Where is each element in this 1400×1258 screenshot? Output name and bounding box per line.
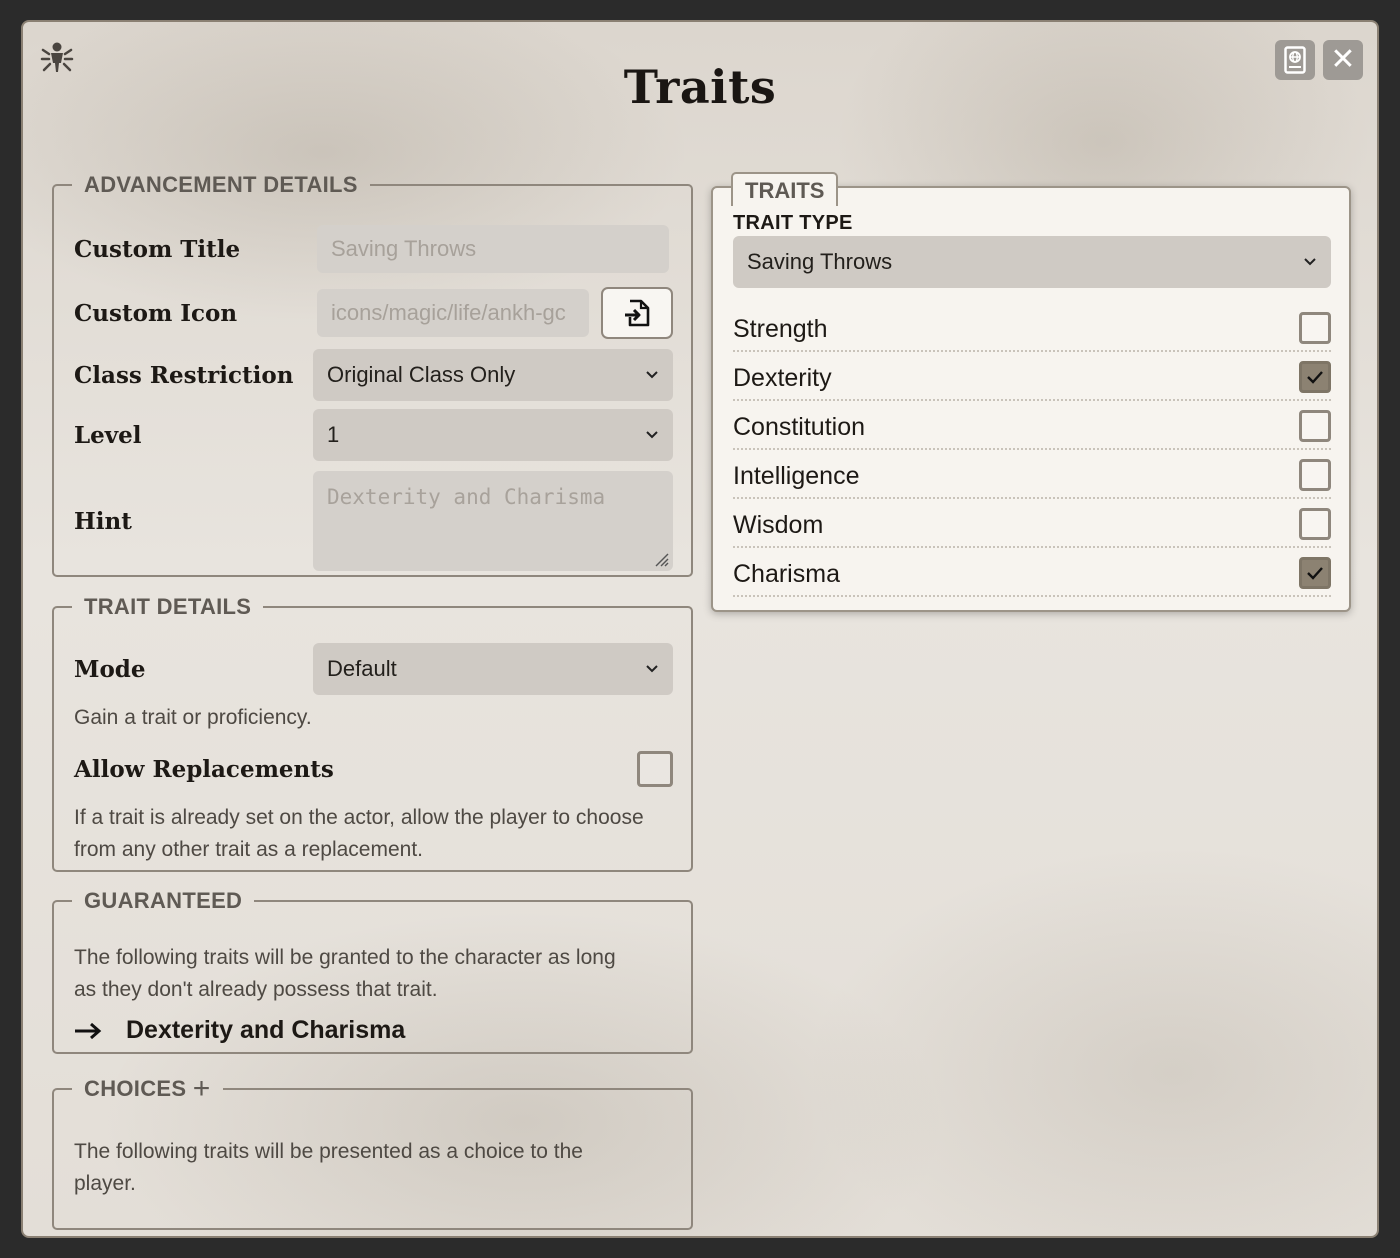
- mode-label: Mode: [74, 656, 146, 683]
- window-title: Traits: [623, 60, 777, 114]
- custom-title-placeholder: Saving Throws: [331, 236, 477, 261]
- trait-checkbox[interactable]: [1299, 312, 1331, 344]
- level-select[interactable]: 1: [313, 409, 673, 461]
- book-icon[interactable]: [1275, 40, 1315, 80]
- trait-item-charisma[interactable]: Charisma: [733, 548, 1331, 597]
- allow-replacements-desc-line2: from any other trait as a replacement.: [74, 838, 423, 861]
- chevron-down-icon: [646, 431, 658, 439]
- class-restriction-value: Original Class Only: [327, 362, 516, 387]
- traits-window: Traits ✕ ADVANCEMENT DETAILS Custom Titl…: [21, 20, 1379, 1238]
- resize-handle-icon[interactable]: [653, 551, 669, 567]
- traits-panel: TRAITS TRAIT TYPE Saving Throws Strength…: [711, 172, 1351, 612]
- custom-title-label: Custom Title: [74, 236, 241, 263]
- guaranteed-desc-line1: The following traits will be granted to …: [74, 946, 616, 969]
- class-restriction-label: Class Restriction: [74, 362, 294, 389]
- guaranteed-traits: Dexterity and Charisma: [74, 1016, 405, 1045]
- custom-icon-input[interactable]: icons/magic/life/ankh-gc: [317, 289, 589, 337]
- chevron-down-icon: [1304, 258, 1316, 266]
- trait-checkbox[interactable]: [1299, 508, 1331, 540]
- mode-select[interactable]: Default: [313, 643, 673, 695]
- mode-description: Gain a trait or proficiency.: [74, 706, 312, 729]
- close-icon: ✕: [1330, 43, 1356, 76]
- trait-checkbox[interactable]: [1299, 410, 1331, 442]
- checkmark-icon: [1307, 567, 1323, 580]
- guaranteed-legend: GUARANTEED: [84, 888, 243, 913]
- close-button[interactable]: ✕: [1323, 40, 1363, 80]
- choices-desc-line1: The following traits will be presented a…: [74, 1140, 583, 1163]
- custom-title-input[interactable]: Saving Throws: [317, 225, 669, 273]
- trait-item-strength[interactable]: Strength: [733, 303, 1331, 352]
- trait-item-intelligence[interactable]: Intelligence: [733, 450, 1331, 499]
- hint-label: Hint: [74, 508, 132, 535]
- trait-label: Intelligence: [733, 462, 860, 490]
- hint-textarea[interactable]: Dexterity and Charisma: [313, 471, 673, 571]
- chevron-down-icon: [646, 665, 658, 673]
- trait-type-select[interactable]: Saving Throws: [733, 236, 1331, 288]
- trait-details-legend: TRAIT DETAILS: [84, 594, 252, 619]
- guaranteed-desc-line2: as they don't already possess that trait…: [74, 978, 438, 1001]
- trait-type-value: Saving Throws: [747, 249, 893, 274]
- choices-section: CHOICES + The following traits will be p…: [52, 1072, 693, 1230]
- allow-replacements-checkbox[interactable]: [637, 751, 673, 787]
- trait-label: Charisma: [733, 560, 840, 588]
- trait-checkbox[interactable]: [1299, 557, 1331, 589]
- file-picker-button[interactable]: [601, 287, 673, 339]
- mode-value: Default: [327, 656, 397, 681]
- guaranteed-section: GUARANTEED The following traits will be …: [52, 888, 693, 1054]
- checkmark-icon: [1307, 371, 1323, 384]
- trait-checkbox[interactable]: [1299, 459, 1331, 491]
- trait-details-section: TRAIT DETAILS Mode Default Gain a trait …: [52, 594, 693, 872]
- trait-item-dexterity[interactable]: Dexterity: [733, 352, 1331, 401]
- file-import-icon: [625, 299, 650, 327]
- advancement-details-legend: ADVANCEMENT DETAILS: [84, 172, 358, 197]
- trait-type-label: TRAIT TYPE: [733, 212, 853, 234]
- allow-replacements-desc-line1: If a trait is already set on the actor, …: [74, 806, 644, 829]
- trait-checkbox[interactable]: [1299, 361, 1331, 393]
- trait-label: Constitution: [733, 413, 866, 441]
- class-restriction-select[interactable]: Original Class Only: [313, 349, 673, 401]
- trait-label: Strength: [733, 315, 828, 343]
- custom-icon-label: Custom Icon: [74, 300, 238, 327]
- trait-label: Dexterity: [733, 364, 832, 392]
- choices-legend: CHOICES +: [84, 1072, 211, 1105]
- guaranteed-value: Dexterity and Charisma: [126, 1016, 406, 1044]
- chevron-down-icon: [646, 371, 658, 379]
- add-choice-icon[interactable]: +: [193, 1072, 211, 1105]
- level-value: 1: [327, 422, 340, 447]
- traits-tab[interactable]: TRAITS: [731, 172, 839, 206]
- trait-item-wisdom[interactable]: Wisdom: [733, 499, 1331, 548]
- custom-icon-placeholder: icons/magic/life/ankh-gc: [331, 300, 566, 325]
- arrow-right-icon: [75, 1022, 102, 1039]
- trait-label: Wisdom: [733, 511, 824, 539]
- choices-desc-line2: player.: [74, 1172, 136, 1195]
- advancement-details-section: ADVANCEMENT DETAILS Custom Title Saving …: [52, 172, 693, 577]
- trait-item-constitution[interactable]: Constitution: [733, 401, 1331, 450]
- level-label: Level: [74, 422, 142, 449]
- allow-replacements-label: Allow Replacements: [74, 756, 334, 783]
- hint-placeholder: Dexterity and Charisma: [327, 485, 606, 509]
